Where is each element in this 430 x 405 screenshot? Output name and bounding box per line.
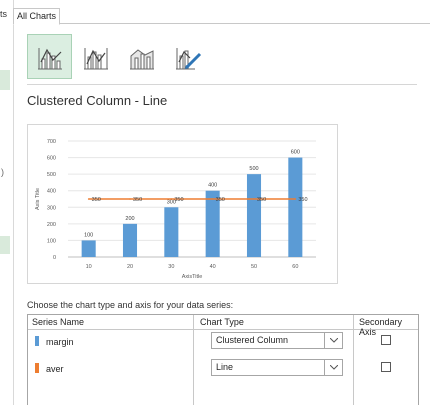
dropdown-value: Clustered Column [216,335,289,345]
chevron-down-icon[interactable] [324,333,342,348]
series-color-swatch [35,336,39,346]
x-tick-label: 20 [127,264,133,270]
line-data-label: 350 [174,197,183,203]
chart-type-dropdown[interactable]: Clustered Column [211,332,343,349]
chart-preview: 0 100 200 300 400 500 600 700 Axis Title 100 200 30… [27,124,338,284]
column-data-label: 400 [208,183,217,189]
line-point-aver [170,198,173,200]
left-selection-highlight [0,70,10,90]
series-name: margin [46,337,74,347]
x-tick-label: 50 [251,264,257,270]
secondary-axis-checkbox[interactable] [381,335,391,345]
line-point-aver [253,198,255,200]
column-data-label: 200 [125,216,134,222]
y-tick-label: 400 [47,189,56,195]
column-bar-margin [164,207,179,257]
line-data-label: 350 [92,197,101,203]
dropdown-value: Line [216,362,234,372]
stacked-area-column-button[interactable] [119,34,164,79]
left-text-fragment: ) [1,167,4,177]
y-axis-title: Axis Title [35,188,41,210]
chart-type-dropdown[interactable]: Line [211,359,343,376]
line-data-label: 350 [216,197,225,203]
x-tick-label: 30 [168,264,174,270]
chevron-down-icon[interactable] [324,360,342,375]
line-data-label: 350 [257,197,266,203]
recommended-tab-fragment[interactable]: ts [0,9,7,19]
line-data-label: 350 [133,197,142,203]
custom-combination-icon [175,47,201,69]
column-divider [193,315,194,405]
section-divider [27,84,417,85]
x-axis-title: AxisTitle [182,274,203,280]
custom-combination-button[interactable] [165,34,210,79]
column-bar-margin [81,240,96,257]
combo-type-title: Clustered Column - Line [27,93,168,108]
tab-all-charts[interactable]: All Charts [13,8,61,25]
series-color-swatch [35,363,39,373]
column-bar-margin [288,157,303,257]
x-tick-label: 60 [292,264,298,270]
y-tick-label: 500 [47,172,56,178]
column-data-label: 500 [249,166,258,172]
series-instructions: Choose the chart type and axis for your … [27,300,234,310]
line-point-aver [129,198,131,200]
column-data-label: 100 [84,232,93,238]
chart-svg: 0 100 200 300 400 500 600 700 Axis Title 100 200 30… [35,139,316,280]
clustered-column-line-secondary-button[interactable] [73,34,118,79]
x-tick-label: 40 [210,264,216,270]
y-tick-label: 600 [47,156,56,162]
column-bar-margin [246,174,262,257]
header-series-name: Series Name [32,317,85,327]
line-point-aver [87,198,90,200]
y-tick-label: 700 [47,139,56,145]
header-chart-type: Chart Type [200,317,244,327]
series-table-header: Series Name Chart Type Secondary Axis [28,315,418,337]
column-data-label: 600 [291,150,300,156]
y-tick-label: 300 [47,205,56,211]
y-tick-label: 200 [47,222,56,228]
left-selection-highlight-2 [0,236,10,254]
tab-bar: All Charts [13,0,430,25]
clustered-column-line-button[interactable] [27,34,72,79]
column-divider [353,315,354,405]
tab-divider [13,23,430,24]
clustered-column-line-icon [37,47,62,69]
column-bar-margin [122,223,138,257]
left-pane-fragment: ts ) [0,0,14,405]
y-tick-label: 100 [47,238,56,244]
x-tick-label: 10 [86,264,92,270]
series-name: aver [46,364,64,374]
line-data-label: 350 [298,197,307,203]
line-point-aver [211,198,214,200]
series-table: Series Name Chart Type Secondary Axis ma… [27,314,419,405]
stacked-area-clustered-column-icon [129,48,154,69]
clustered-column-line-secondary-icon [83,47,108,69]
header-secondary-axis: Secondary Axis [359,317,403,337]
line-point-aver [294,198,297,200]
secondary-axis-checkbox[interactable] [381,362,391,372]
y-tick-label: 0 [53,255,56,261]
